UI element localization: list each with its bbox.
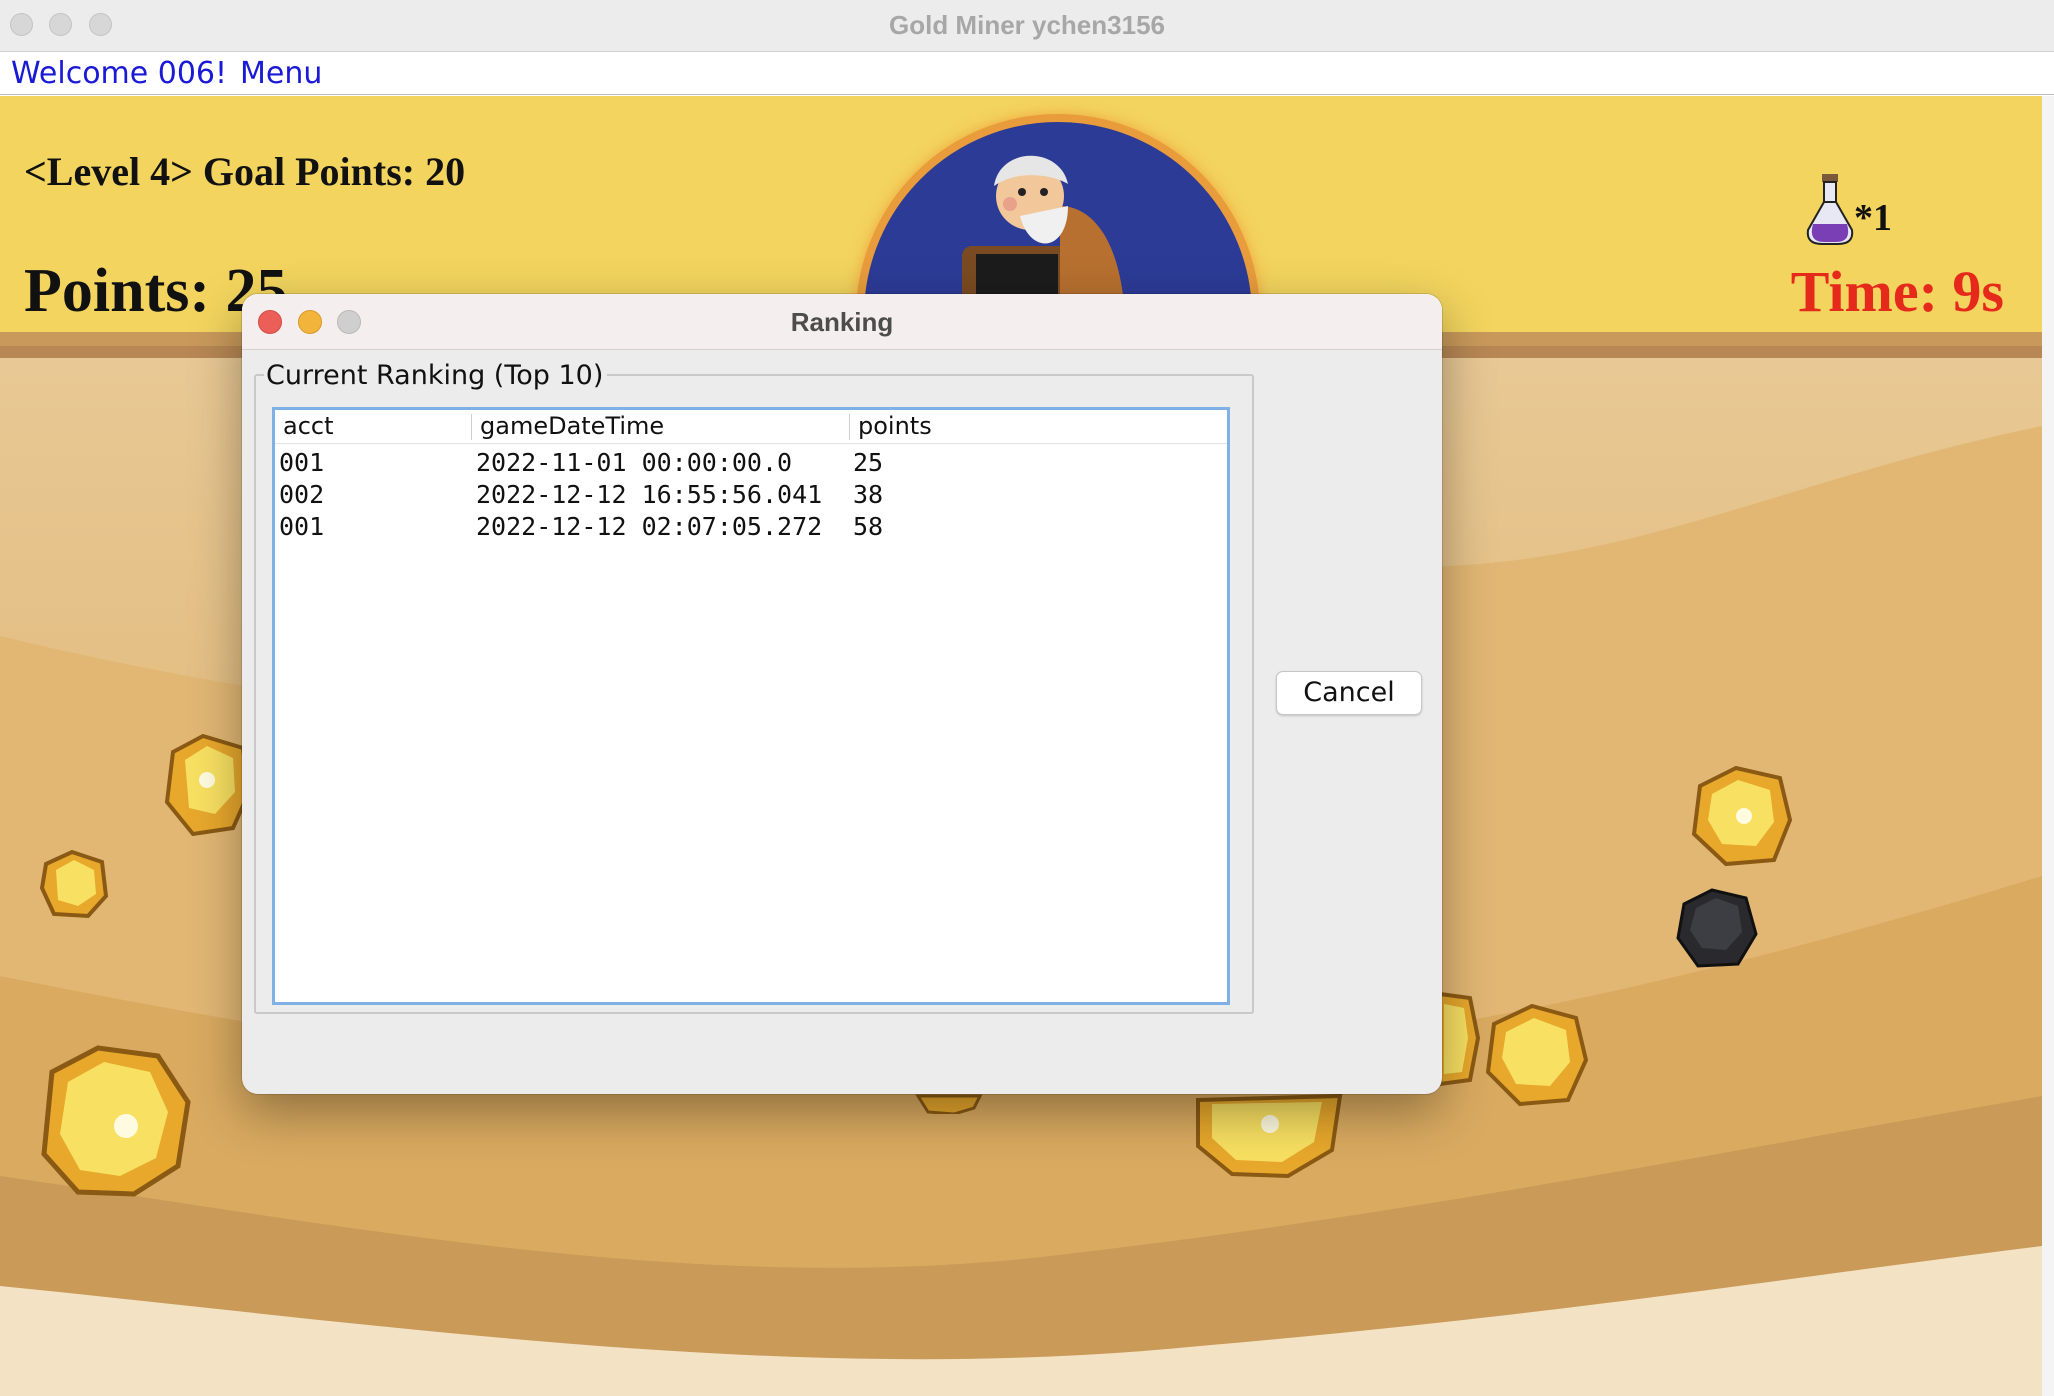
dialog-title: Ranking: [790, 307, 894, 337]
gold-nugget-icon: [39, 849, 109, 919]
potion-icon: [1806, 174, 1854, 245]
table-row[interactable]: 002 2022-12-12 16:55:56.041 38: [275, 480, 1227, 512]
gold-nugget-icon: [915, 1094, 983, 1114]
table-row[interactable]: 001 2022-11-01 00:00:00.0 25: [275, 448, 1227, 480]
gold-nugget-icon: [1196, 1093, 1343, 1178]
cell-points: 25: [853, 448, 884, 477]
dialog-titlebar: Ranking: [242, 294, 1442, 350]
gold-nugget-icon: [164, 733, 252, 837]
table-row[interactable]: 001 2022-12-12 02:07:05.272 58: [275, 512, 1227, 544]
potion-count: *1: [1854, 197, 1892, 239]
column-separator[interactable]: [849, 414, 850, 440]
cell-acct: 001: [279, 512, 325, 541]
cell-acct: 001: [279, 448, 325, 477]
gold-nugget-icon: [1691, 765, 1793, 867]
window-title: Gold Miner ychen3156: [889, 10, 1165, 40]
rock-icon: [1676, 888, 1758, 968]
column-header-points[interactable]: points: [858, 412, 932, 440]
column-header-gamedatetime[interactable]: gameDateTime: [480, 412, 664, 440]
table-header: acct gameDateTime points: [275, 410, 1227, 444]
window-right-edge: [2042, 96, 2054, 1396]
column-header-acct[interactable]: acct: [283, 412, 334, 440]
ranking-table[interactable]: acct gameDateTime points 001 2022-11-01 …: [272, 407, 1230, 1005]
gold-nugget-icon: [1485, 1003, 1589, 1107]
gold-nugget-icon: [41, 1045, 191, 1197]
cancel-button[interactable]: Cancel: [1276, 671, 1422, 715]
ranking-group-title: Current Ranking (Top 10): [264, 360, 608, 391]
level-goal-label: <Level 4> Goal Points: 20: [24, 149, 466, 194]
cell-gamedatetime: 2022-12-12 02:07:05.272: [476, 512, 823, 541]
gold-nugget-icon: [1438, 991, 1480, 1087]
menubar: Welcome 006! Menu: [0, 52, 2054, 95]
cell-points: 38: [853, 480, 884, 509]
cell-acct: 002: [279, 480, 325, 509]
window-titlebar: Gold Miner ychen3156: [0, 0, 2054, 52]
welcome-menu[interactable]: Welcome 006!: [11, 56, 227, 91]
main-menu[interactable]: Menu: [240, 56, 322, 91]
cell-points: 58: [853, 512, 884, 541]
time-label: Time: 9s: [1790, 259, 2004, 324]
cell-gamedatetime: 2022-11-01 00:00:00.0: [476, 448, 793, 477]
cell-gamedatetime: 2022-12-12 16:55:56.041: [476, 480, 823, 509]
column-separator[interactable]: [471, 414, 472, 440]
